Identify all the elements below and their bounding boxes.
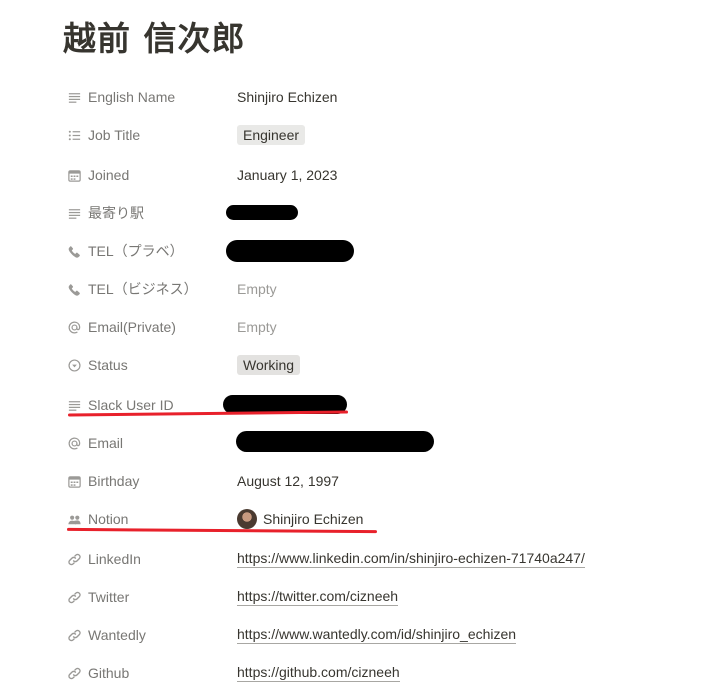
property-label: TEL（プラベ）	[88, 243, 184, 259]
link-icon	[66, 551, 82, 567]
property-row-email-private: Email(Private) Empty	[63, 308, 683, 346]
property-notion[interactable]: Notion	[63, 500, 128, 538]
at-sign-icon	[66, 435, 82, 451]
property-row-birthday: Birthday August 12, 1997	[63, 462, 683, 500]
linkedin-link[interactable]: https://www.linkedin.com/in/shinjiro-ech…	[237, 550, 585, 568]
property-row-joined: Joined January 1, 2023	[63, 156, 683, 194]
list-icon	[66, 127, 82, 143]
phone-icon	[66, 243, 82, 259]
github-link[interactable]: https://github.com/cizneeh	[237, 664, 400, 682]
property-row-linkedin: LinkedIn https://www.linkedin.com/in/shi…	[63, 540, 683, 578]
property-label: 最寄り駅	[88, 205, 144, 221]
property-row-twitter: Twitter https://twitter.com/cizneeh	[63, 578, 683, 616]
property-row-tel-private: TEL（プラベ）	[63, 232, 683, 270]
property-row-nearest-station: 最寄り駅	[63, 194, 683, 232]
property-github[interactable]: Github	[63, 654, 129, 692]
property-row-english-name: English Name Shinjiro Echizen	[63, 78, 683, 116]
property-email[interactable]: Email	[63, 424, 123, 462]
property-tel-business[interactable]: TEL（ビジネス）	[63, 270, 198, 308]
property-value-birthday[interactable]: August 12, 1997	[237, 462, 339, 500]
status-badge: Working	[237, 355, 301, 375]
property-row-slack-user-id: Slack User ID	[63, 386, 683, 424]
property-row-wantedly: Wantedly https://www.wantedly.com/id/shi…	[63, 616, 683, 654]
property-label: Email(Private)	[88, 319, 176, 335]
property-tel-private[interactable]: TEL（プラベ）	[63, 232, 184, 270]
property-job-title[interactable]: Job Title	[63, 116, 140, 154]
page-title[interactable]: 越前 信次郎	[63, 16, 246, 62]
redaction-tel-private	[226, 240, 354, 262]
property-label: Email	[88, 435, 124, 451]
property-value-wantedly: https://www.wantedly.com/id/shinjiro_ech…	[237, 616, 517, 654]
property-wantedly[interactable]: Wantedly	[63, 616, 146, 654]
property-row-status: Status Working	[63, 346, 683, 384]
property-slack-user-id[interactable]: Slack User ID	[63, 386, 174, 424]
property-label: Status	[88, 357, 128, 373]
property-value-status[interactable]: Working	[237, 346, 301, 384]
property-value-joined[interactable]: January 1, 2023	[237, 156, 337, 194]
job-title-tag: Engineer	[237, 125, 306, 145]
people-icon	[66, 511, 82, 527]
link-icon	[66, 627, 82, 643]
property-twitter[interactable]: Twitter	[63, 578, 129, 616]
calendar-icon	[66, 167, 82, 183]
redaction-email	[236, 431, 434, 452]
property-label: Job Title	[88, 127, 141, 143]
property-label: Joined	[88, 167, 130, 183]
property-status[interactable]: Status	[63, 346, 128, 384]
property-row-job-title: Job Title Engineer	[63, 116, 683, 154]
property-value-tel-business[interactable]: Empty	[237, 270, 277, 308]
property-joined[interactable]: Joined	[63, 156, 129, 194]
property-label: LinkedIn	[88, 551, 141, 567]
profile-page: 越前 信次郎 English Name Shinjiro Echizen Job…	[0, 0, 709, 698]
at-sign-icon	[66, 319, 82, 335]
property-value-email-private[interactable]: Empty	[237, 308, 277, 346]
wantedly-link[interactable]: https://www.wantedly.com/id/shinjiro_ech…	[237, 626, 517, 644]
property-label: Twitter	[88, 589, 130, 605]
property-value-job-title[interactable]: Engineer	[237, 116, 306, 154]
property-english-name[interactable]: English Name	[63, 78, 175, 116]
link-icon	[66, 589, 82, 605]
property-label: TEL（ビジネス）	[88, 281, 198, 297]
property-value-english-name[interactable]: Shinjiro Echizen	[237, 78, 337, 116]
twitter-link[interactable]: https://twitter.com/cizneeh	[237, 588, 399, 606]
property-row-tel-business: TEL（ビジネス） Empty	[63, 270, 683, 308]
property-birthday[interactable]: Birthday	[63, 462, 139, 500]
text-lines-icon	[66, 89, 82, 105]
property-email-private[interactable]: Email(Private)	[63, 308, 176, 346]
property-nearest-station[interactable]: 最寄り駅	[63, 194, 144, 232]
property-row-github: Github https://github.com/cizneeh	[63, 654, 683, 692]
property-value-twitter: https://twitter.com/cizneeh	[237, 578, 399, 616]
redaction-nearest-station	[226, 205, 298, 220]
property-label: Github	[88, 665, 130, 681]
link-icon	[66, 665, 82, 681]
property-label: Slack User ID	[88, 397, 174, 413]
phone-icon	[66, 281, 82, 297]
property-value-linkedin: https://www.linkedin.com/in/shinjiro-ech…	[237, 540, 585, 578]
text-lines-icon	[66, 205, 82, 221]
calendar-icon	[66, 473, 82, 489]
property-linkedin[interactable]: LinkedIn	[63, 540, 141, 578]
status-circle-icon	[66, 357, 82, 373]
property-label: Notion	[88, 511, 129, 527]
property-label: Birthday	[88, 473, 140, 489]
avatar	[237, 509, 257, 529]
property-label: English Name	[88, 89, 176, 105]
property-label: Wantedly	[88, 627, 146, 643]
property-value-github: https://github.com/cizneeh	[237, 654, 400, 692]
text-lines-icon	[66, 397, 82, 413]
person-name: Shinjiro Echizen	[263, 511, 364, 527]
